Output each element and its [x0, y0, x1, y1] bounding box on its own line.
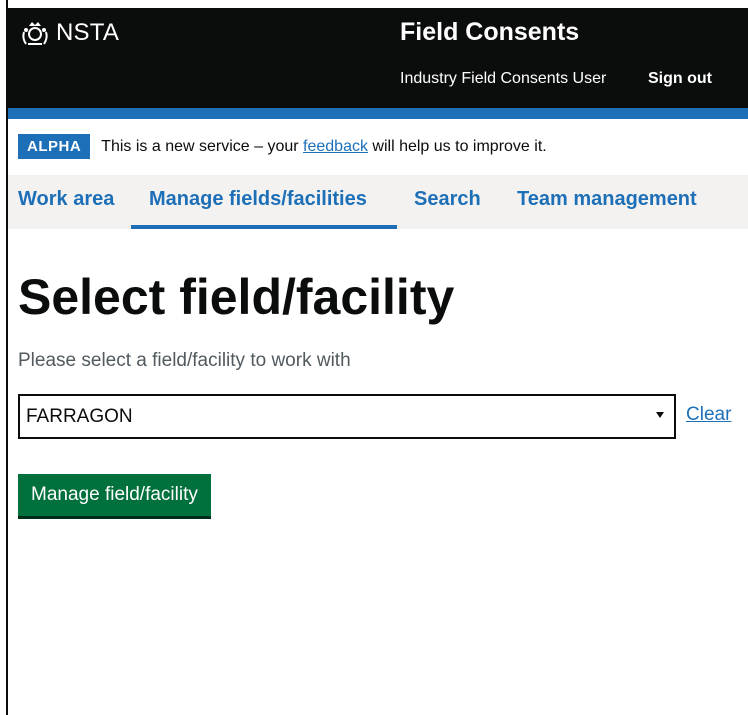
site-header: NSTA Field Consents Industry Field Conse…	[8, 8, 748, 108]
phase-text: This is a new service – your feedback wi…	[101, 138, 547, 156]
field-facility-select[interactable]: FARRAGON	[18, 394, 676, 439]
feedback-link[interactable]: feedback	[303, 138, 368, 155]
service-name[interactable]: Field Consents	[400, 18, 579, 47]
field-hint: Please select a field/facility to work w…	[18, 350, 351, 371]
header-logo[interactable]: NSTA	[20, 18, 119, 48]
select-value: FARRAGON	[26, 406, 133, 427]
chevron-down-icon[interactable]	[656, 412, 664, 418]
phase-banner: ALPHA This is a new service – your feedb…	[18, 134, 547, 159]
window-left-edge	[0, 0, 8, 715]
phase-text-after: will help us to improve it.	[367, 137, 547, 155]
phase-text-before: This is a new service – your	[101, 137, 304, 155]
phase-tag: ALPHA	[18, 134, 91, 159]
nav-item-team-management[interactable]: Team management	[517, 188, 697, 211]
nav-item-manage-fields[interactable]: Manage fields/facilities	[149, 188, 367, 211]
royal-crest-icon	[22, 22, 48, 45]
nav-item-work-area[interactable]: Work area	[18, 188, 114, 211]
logo-text: NSTA	[56, 19, 120, 46]
clear-link[interactable]: Clear	[686, 404, 731, 426]
page: NSTA Field Consents Industry Field Conse…	[8, 8, 748, 715]
header-blue-bar	[8, 108, 748, 119]
nav-item-search[interactable]: Search	[414, 188, 481, 211]
active-nav-indicator	[131, 225, 397, 229]
manage-field-button[interactable]: Manage field/facility	[18, 474, 211, 516]
window-top-edge	[0, 0, 748, 8]
page-title: Select field/facility	[18, 269, 455, 325]
user-name: Industry Field Consents User	[400, 70, 607, 87]
primary-navigation: Work area Manage fields/facilities Searc…	[8, 175, 748, 229]
sign-out-link[interactable]: Sign out	[648, 70, 712, 88]
